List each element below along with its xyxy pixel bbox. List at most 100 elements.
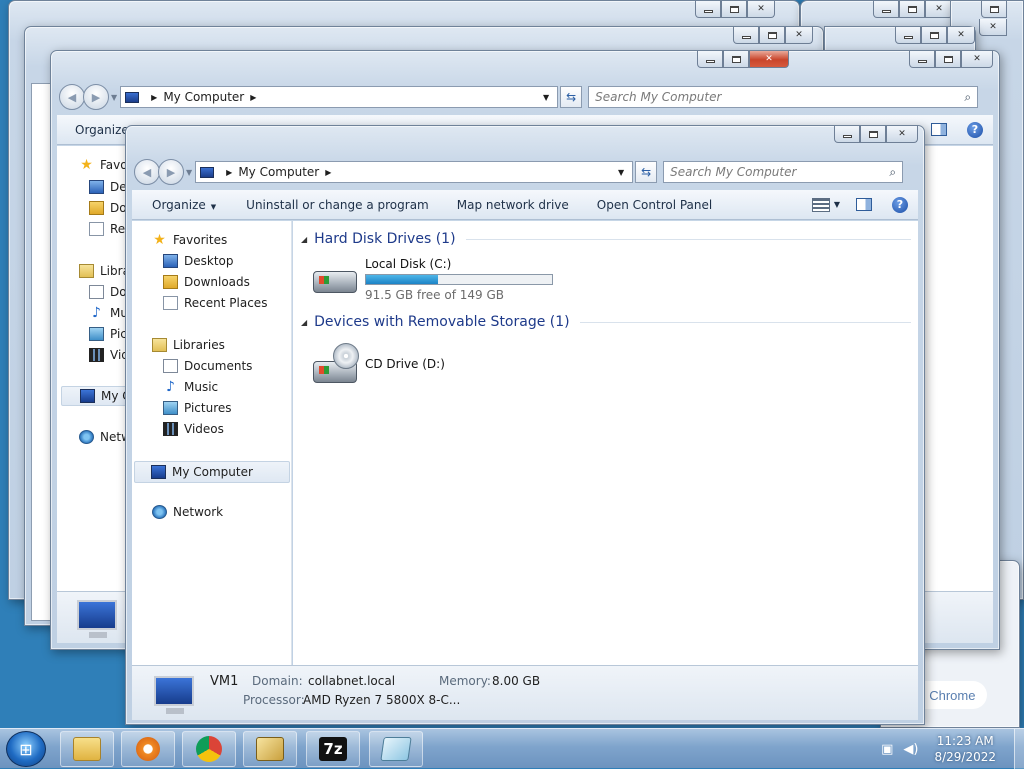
nav-my-computer[interactable]: My Computer [134, 461, 290, 483]
refresh-button[interactable]: ⇆ [635, 161, 658, 183]
minimize-button[interactable] [733, 27, 759, 44]
close-button[interactable]: ✕ [925, 1, 953, 18]
recent-pages-dropdown[interactable]: ▼ [186, 168, 192, 177]
taskbar-explorer[interactable] [60, 731, 114, 767]
drive-item-c[interactable]: Local Disk (C:) 91.5 GB free of 149 GB [311, 257, 553, 302]
taskbar-notepad[interactable] [369, 731, 423, 767]
drive-free-space: 91.5 GB free of 149 GB [365, 288, 504, 302]
recent-pages-dropdown[interactable]: ▼ [111, 93, 117, 102]
refresh-button[interactable]: ⇆ [560, 86, 583, 108]
nav-pictures[interactable]: Pictures [163, 401, 232, 415]
maximize-button[interactable] [899, 1, 925, 18]
address-bar[interactable]: ▶ My Computer ▶ ▼ [195, 161, 634, 183]
nav-music[interactable]: ♪ Mu [89, 306, 128, 320]
close-button[interactable]: ✕ [747, 1, 775, 18]
minimize-button[interactable] [873, 1, 899, 18]
taskbar-file-transfer[interactable] [243, 731, 297, 767]
close-button[interactable]: ✕ [749, 51, 789, 68]
back-button[interactable]: ◀ [59, 84, 85, 110]
view-options-dropdown[interactable]: ▼ [834, 200, 840, 209]
drive-name: Local Disk (C:) [365, 257, 452, 271]
close-button[interactable]: ✕ [979, 19, 1007, 36]
taskbar-chrome[interactable] [182, 731, 236, 767]
file-transfer-icon [256, 737, 284, 761]
close-button[interactable]: ✕ [886, 126, 918, 143]
preview-pane-icon[interactable] [931, 123, 947, 136]
downloads-icon [89, 201, 104, 215]
nav-pictures[interactable]: Pic [89, 327, 127, 341]
nav-libraries[interactable]: Libraries [152, 338, 225, 352]
show-desktop-button[interactable] [1014, 729, 1024, 769]
nav-recent-places[interactable]: Recent Places [163, 296, 267, 310]
nav-favorites[interactable]: ★ Favorites [152, 233, 227, 247]
maximize-button[interactable] [921, 27, 947, 44]
search-input[interactable]: Search My Computer ⌕ [588, 86, 979, 108]
maximize-button[interactable] [759, 27, 785, 44]
notepad-icon [380, 737, 412, 761]
back-button[interactable]: ◀ [134, 159, 160, 185]
maximize-button[interactable] [860, 126, 886, 143]
nav-network[interactable]: Network [152, 505, 223, 519]
volume-icon[interactable]: ◀) [903, 742, 918, 757]
libraries-icon [152, 338, 167, 352]
nav-videos[interactable]: Videos [163, 422, 224, 436]
collapse-triangle-icon: ◢ [301, 317, 308, 327]
pictures-icon [163, 401, 178, 415]
downloads-icon [163, 275, 178, 289]
maximize-button[interactable] [935, 51, 961, 68]
address-dropdown-icon[interactable]: ▼ [539, 93, 553, 102]
organize-menu[interactable]: Organize ▼ [132, 198, 230, 212]
search-input[interactable]: Search My Computer ⌕ [663, 161, 904, 183]
close-button[interactable]: ✕ [947, 27, 975, 44]
minimize-button[interactable] [834, 126, 860, 143]
nav-videos[interactable]: Vid [89, 348, 129, 362]
forward-button[interactable]: ▶ [83, 84, 109, 110]
close-button[interactable]: ✕ [961, 51, 993, 68]
close-button[interactable]: ✕ [785, 27, 813, 44]
address-text: My Computer [163, 90, 245, 104]
change-view-icon[interactable] [811, 197, 830, 212]
start-button[interactable]: ⊞ [6, 731, 46, 767]
address-bar[interactable]: ▶ My Computer ▶ ▼ [120, 86, 559, 108]
address-dropdown-icon[interactable]: ▼ [614, 168, 628, 177]
breadcrumb-arrow-icon: ▶ [250, 92, 257, 102]
nav-favorites[interactable]: ★ Favo [79, 157, 127, 173]
minimize-button[interactable] [895, 27, 921, 44]
nav-network[interactable]: Netw [79, 430, 131, 444]
map-network-drive-button[interactable]: Map network drive [443, 198, 583, 212]
preview-pane-icon[interactable] [856, 198, 872, 211]
nav-documents[interactable]: Do [89, 285, 127, 299]
nav-desktop[interactable]: Desktop [163, 254, 234, 268]
clock[interactable]: 11:23 AM 8/29/2022 [934, 733, 996, 765]
minimize-button[interactable] [909, 51, 935, 68]
star-icon: ★ [80, 157, 93, 173]
group-header-removable[interactable]: ◢ Devices with Removable Storage (1) [301, 314, 911, 330]
maximize-button[interactable] [723, 51, 749, 68]
taskbar-media-player[interactable] [121, 731, 175, 767]
breadcrumb-arrow-icon: ▶ [325, 167, 332, 177]
maximize-button[interactable] [981, 1, 1007, 18]
group-header-hard-disk[interactable]: ◢ Hard Disk Drives (1) [301, 231, 911, 247]
nav-libraries[interactable]: Libra [79, 264, 130, 278]
uninstall-program-button[interactable]: Uninstall or change a program [230, 198, 443, 212]
maximize-button[interactable] [721, 1, 747, 18]
network-status-icon[interactable]: ▣ [881, 742, 893, 757]
chevron-down-icon: ▼ [210, 202, 217, 211]
minimize-button[interactable] [697, 51, 723, 68]
nav-downloads[interactable]: Downloads [163, 275, 250, 289]
nav-music[interactable]: ♪ Music [163, 380, 218, 394]
nav-documents[interactable]: Documents [163, 359, 252, 373]
nav-my-computer[interactable]: My C [61, 386, 131, 406]
minimize-button[interactable] [695, 1, 721, 18]
computer-icon [125, 91, 140, 103]
drive-item-d[interactable]: CD Drive (D:) [311, 343, 445, 383]
forward-button[interactable]: ▶ [158, 159, 184, 185]
help-icon[interactable]: ? [967, 121, 983, 138]
help-icon[interactable]: ? [892, 196, 908, 213]
open-control-panel-button[interactable]: Open Control Panel [583, 198, 726, 212]
search-icon: ⌕ [889, 164, 897, 179]
pictures-icon [89, 327, 104, 341]
7zip-icon: 7z [319, 737, 347, 761]
computer-icon [151, 465, 166, 479]
taskbar-7zip[interactable]: 7z [306, 731, 360, 767]
